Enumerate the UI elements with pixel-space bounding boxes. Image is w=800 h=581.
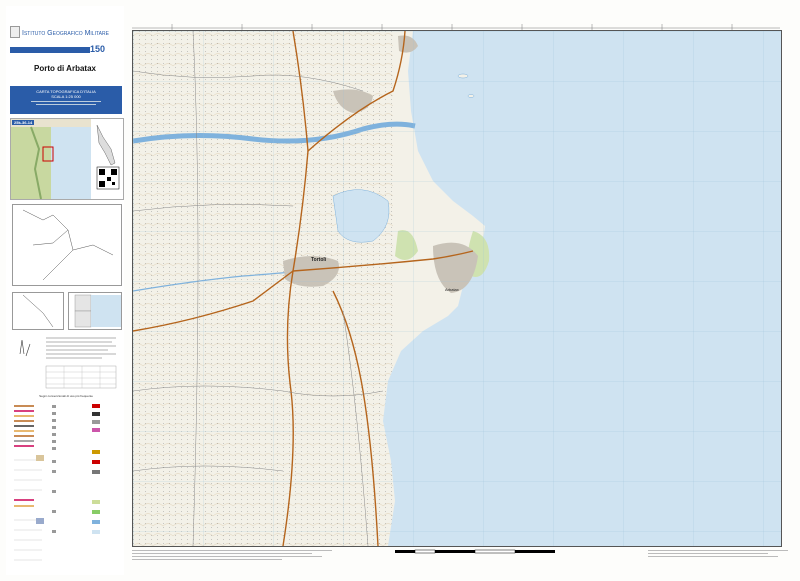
edition-label: Edizione speciale [50, 57, 74, 61]
grid-inset-icon [22, 294, 54, 328]
declination-inset [12, 292, 64, 330]
notes-block [12, 334, 120, 390]
bottom-notes-right [648, 548, 788, 559]
index-map-icon [11, 119, 123, 199]
topographic-map[interactable]: Tortolì Arbatax [132, 30, 782, 547]
town-label-arbatax: Arbatax [445, 287, 459, 292]
map-sheet: Istituto Geografico Militare Edizione sp… [0, 0, 800, 581]
sheet-title: Porto di Arbatax [34, 64, 96, 73]
north-arrows-icon [19, 337, 117, 389]
bottom-notes-left [132, 548, 332, 562]
scale-label: SCALA 1:25 000 [51, 94, 81, 99]
series-box: CARTA TOPOGRAFICA D'ITALIA SCALA 1:25 00… [10, 86, 122, 114]
boundaries-icon [22, 209, 114, 281]
info-panel: Istituto Geografico Militare Edizione sp… [6, 6, 124, 575]
top-graticule-icon [132, 24, 780, 30]
overview-area: 25k-36-14 [10, 118, 124, 200]
islet [457, 73, 469, 79]
anniversary-badge: 150 [90, 44, 106, 54]
emblem-icon [10, 26, 20, 38]
institute-name: Istituto Geografico Militare [22, 30, 109, 37]
sheet-grid-icon [69, 293, 121, 329]
scale-bar-icon [395, 549, 555, 554]
administrative-inset [12, 204, 122, 286]
adjacent-sheets-inset [68, 292, 122, 330]
legend-symbols-icon [14, 404, 100, 561]
legend-title: Segni convenzionali di uso più frequente [39, 394, 93, 398]
edition-band: Edizione speciale [10, 47, 90, 61]
legend-symbols [12, 400, 120, 574]
town-label-tortoli: Tortolì [311, 257, 327, 263]
